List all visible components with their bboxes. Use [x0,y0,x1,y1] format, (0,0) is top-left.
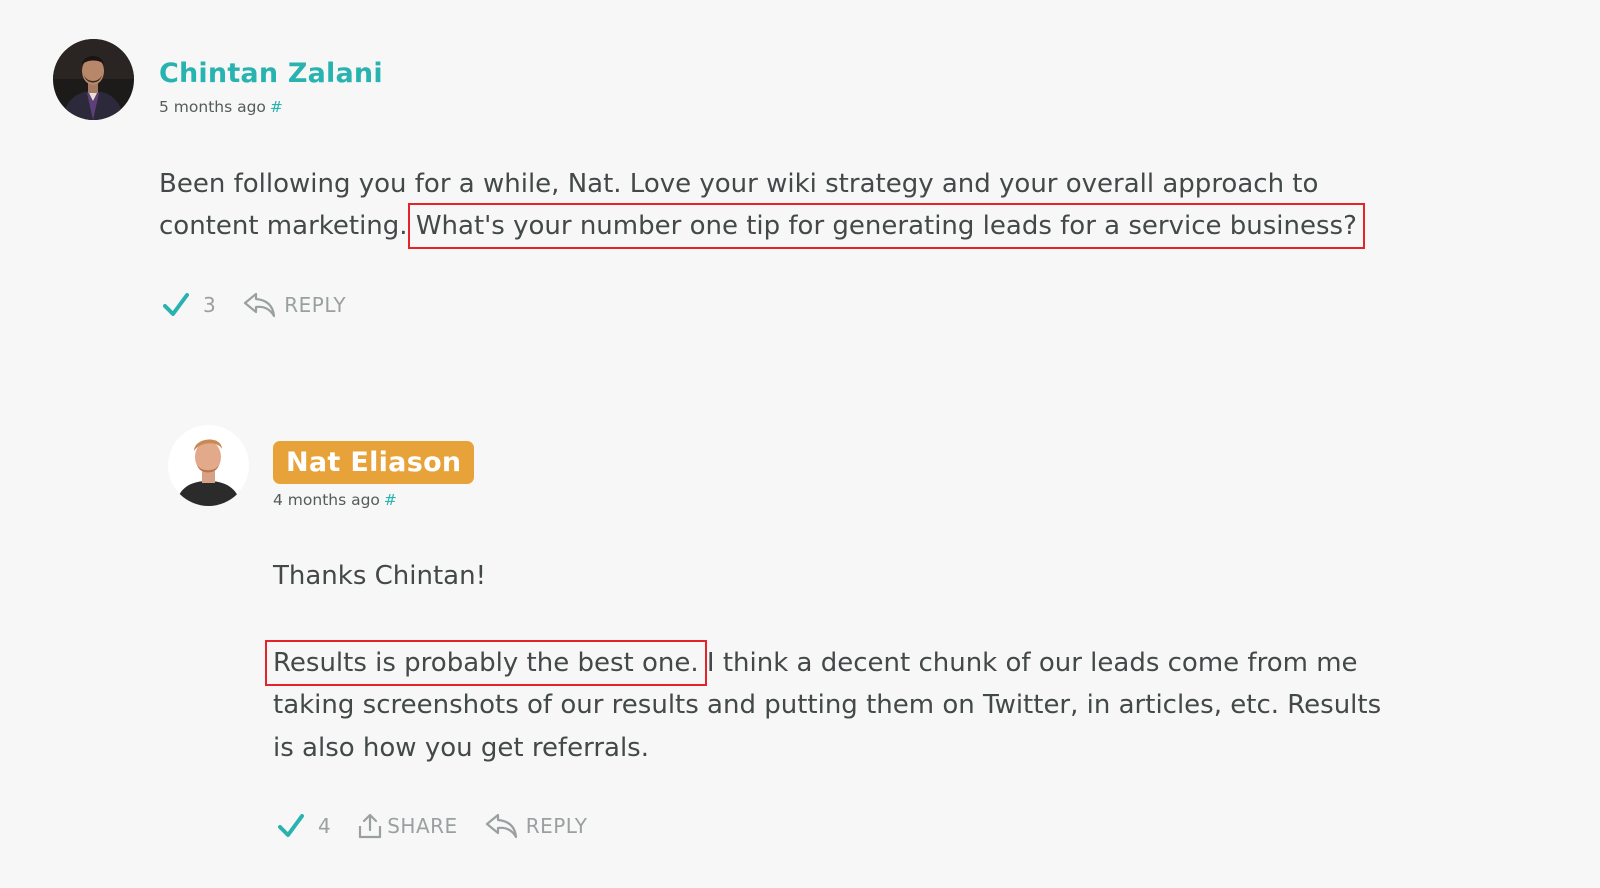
reply-body-text: I think a decent chunk of our leads come… [706,648,1358,678]
reply-time-text: 4 months ago [273,491,380,509]
comment-author-name[interactable]: Chintan Zalani [159,58,383,89]
reply-actions: 4 SHARE REPLY [278,812,587,840]
reply-arrow-icon [485,813,517,839]
upvote-button[interactable]: 4 [278,813,357,839]
comment-time-text: 5 months ago [159,98,266,116]
reply-permalink[interactable]: # [384,491,397,509]
comment-timestamp: 5 months ago # [159,98,283,116]
comment-body-text: content marketing. [159,211,408,241]
avatar-nat[interactable] [168,425,249,506]
reply-arrow-icon [244,292,276,318]
highlighted-answer: Results is probably the best one. [265,640,707,686]
share-icon [359,813,382,839]
upvote-button[interactable]: 3 [163,292,242,318]
comment-actions: 3 REPLY [163,291,346,319]
reply-paragraph-1: Thanks Chintan! [273,561,487,591]
reply-label: REPLY [284,293,347,317]
reply-timestamp: 4 months ago # [273,491,397,509]
comments-section: Chintan Zalani 5 months ago # Been follow… [0,0,1600,888]
reply-paragraph-2-line-1: Results is probably the best one. I thin… [265,640,1358,686]
reply-label: REPLY [525,814,588,838]
share-button[interactable]: SHARE [357,812,457,840]
check-icon [278,814,304,837]
reply-button[interactable]: REPLY [484,812,588,840]
vote-count: 4 [318,814,332,838]
comment-body-line-2: content marketing. What's your number on… [159,203,1365,249]
share-label: SHARE [387,814,458,838]
reply-paragraph-2-line-2: taking screenshots of our results and pu… [273,690,1382,720]
comment-permalink[interactable]: # [270,98,283,116]
reply-button[interactable]: REPLY [242,291,346,319]
highlighted-question: What's your number one tip for generatin… [407,203,1365,249]
reply-author-badge[interactable]: Nat Eliason [273,441,475,484]
check-icon [163,293,189,316]
reply-paragraph-2-line-3: is also how you get referrals. [273,733,649,763]
vote-count: 3 [203,293,217,317]
avatar-chintan[interactable] [53,39,134,120]
comment-body-line-1: Been following you for a while, Nat. Lov… [159,169,1319,199]
